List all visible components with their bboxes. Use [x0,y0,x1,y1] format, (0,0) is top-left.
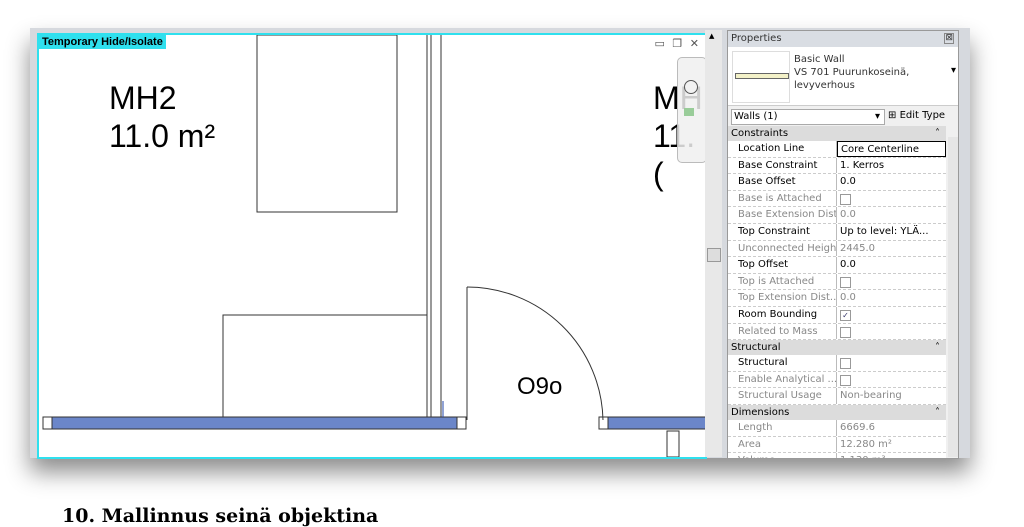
property-row[interactable]: Base Offset 0.0 [728,174,946,191]
type-name: VS 701 Puurunkoseinä, [794,67,910,78]
property-row[interactable]: Room Bounding ✓ [728,306,946,324]
property-name: Top Extension Dist... [728,290,837,306]
figure-caption: 10. Mallinnus seinä objektina [62,505,379,527]
property-name: Length [728,419,837,436]
property-row[interactable]: Base is Attached [728,190,946,208]
property-name: Base Constraint [728,157,837,174]
property-value[interactable]: 6669.6 [840,422,875,433]
checkbox[interactable] [840,276,851,288]
zoom-icon[interactable] [684,108,694,116]
selected-wall [46,416,458,430]
property-name: Enable Analytical ... [728,371,837,388]
property-row[interactable]: Structural [728,355,946,372]
checkbox[interactable] [840,326,851,338]
group-header[interactable]: Structural ˄ [728,340,946,356]
property-row[interactable]: Top Offset 0.0 [728,257,946,274]
checkbox[interactable] [840,358,851,370]
property-value[interactable]: 1.130 m³ [840,455,886,458]
drawing-view[interactable]: Temporary Hide/Isolate MH211.0 m² MH11.(… [37,33,707,459]
view-scrollbar[interactable]: ▲ [705,30,722,457]
property-name: Structural [728,355,837,371]
scroll-thumb[interactable] [707,248,721,262]
checkbox[interactable]: ✓ [840,309,851,321]
property-name: Top Constraint [728,223,837,240]
door-tag[interactable]: O9o [517,373,562,401]
property-value[interactable]: Core Centerline [841,144,919,155]
property-name: Top Offset [728,257,837,273]
temporary-hide-isolate-label: Temporary Hide/Isolate [39,35,166,49]
property-row[interactable]: Structural Usage Non-bearing [728,388,946,405]
checkbox[interactable] [840,374,851,386]
property-row[interactable]: Unconnected Height 2445.0 [728,240,946,258]
type-selector[interactable]: Basic Wall VS 701 Puurunkoseinä, levyverho… [728,47,958,106]
property-name: Related to Mass [728,323,837,340]
property-row[interactable]: Enable Analytical ... [728,371,946,389]
properties-scrollbar[interactable] [948,137,958,457]
checkbox[interactable] [840,193,851,205]
property-value[interactable]: 0.0 [840,292,856,303]
property-value[interactable]: 0.0 [840,176,856,187]
group-header[interactable]: Dimensions ˄ [728,404,946,420]
navigation-bar[interactable] [677,57,705,163]
property-name: Volume [728,453,837,458]
properties-palette: Properties ⊠ Basic Wall VS 701 Puurunkosei… [727,30,959,459]
edit-type-icon: ⊞ [888,110,900,121]
collapse-icon: ˄ [935,342,940,354]
properties-title: Properties [731,33,782,44]
room-name: MH2 [109,80,177,116]
group-header[interactable]: Constraints ˄ [728,126,946,141]
property-row[interactable]: Top Constraint Up to level: YLÄ... [728,223,946,241]
property-name: Room Bounding [728,306,837,323]
steering-wheel-icon[interactable] [684,80,698,94]
property-row[interactable]: Base Extension Dist... 0.0 [728,207,946,224]
room-tag-mh2[interactable]: MH2 11.0 m² [109,79,215,155]
property-row[interactable]: Base Constraint 1. Kerros [728,157,946,175]
window-controls[interactable]: ▭ ❐ ✕ [655,37,701,50]
property-name: Base Offset [728,174,837,190]
type-name-cont: levyverhous [794,80,855,91]
property-value[interactable]: Up to level: YLÄ... [840,226,929,237]
property-name: Base Extension Dist... [728,207,837,223]
property-row[interactable]: Volume1.130 m³ [728,453,946,458]
property-row[interactable]: Related to Mass [728,323,946,341]
property-row[interactable]: Area 12.280 m² [728,436,946,454]
property-value[interactable]: 0.0 [840,259,856,270]
fixture-rect [256,35,398,213]
property-row[interactable]: Length 6669.6 [728,419,946,437]
property-row[interactable]: Location Line Core Centerline [728,141,946,158]
dropdown-arrow-icon[interactable]: ▾ [951,65,956,76]
wall-type-preview [732,51,790,103]
close-icon[interactable]: ⊠ [944,33,954,44]
property-name: Location Line [728,141,837,157]
property-value[interactable]: 2445.0 [840,243,875,254]
property-name: Area [728,436,837,453]
wall-right [606,416,705,430]
property-value[interactable]: Non-bearing [840,390,902,401]
property-name: Base is Attached [728,190,837,207]
property-name: Unconnected Height [728,240,837,257]
cabinet-rect [222,314,428,421]
property-name: Structural Usage [728,388,837,404]
edit-type-button[interactable]: ⊞ Edit Type [888,110,945,121]
property-value[interactable]: 1. Kerros [840,160,884,171]
collapse-icon: ˄ [935,406,940,418]
property-row[interactable]: Top Extension Dist... 0.0 [728,290,946,307]
instance-filter-select[interactable]: Walls (1) ▾ [731,109,885,125]
property-value[interactable]: 12.280 m² [840,439,892,450]
property-value[interactable]: 0.0 [840,209,856,220]
room-area: 11.0 m² [109,118,216,154]
property-row[interactable]: Top is Attached [728,273,946,291]
property-name: Top is Attached [728,273,837,290]
type-family: Basic Wall [794,54,845,65]
collapse-icon: ˄ [935,128,940,139]
